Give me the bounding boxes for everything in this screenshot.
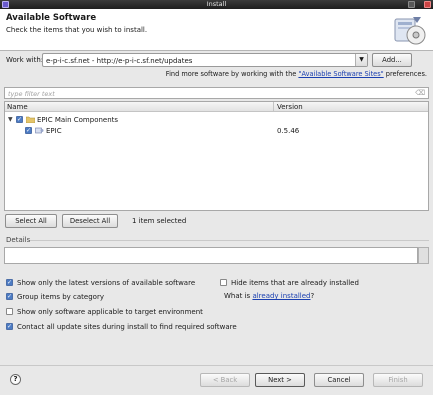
tree-row-category[interactable]: ▼ ✓ EPIC Main Components: [5, 114, 428, 125]
details-area[interactable]: [4, 247, 418, 264]
details-scrollbar[interactable]: [418, 247, 429, 264]
group-by-category-checkbox[interactable]: ✓: [6, 293, 13, 300]
item-checkbox[interactable]: ✓: [25, 127, 32, 134]
expand-arrow-icon[interactable]: ▼: [8, 116, 13, 123]
item-name: EPIC: [46, 127, 62, 135]
clear-filter-icon[interactable]: ⌫: [415, 89, 425, 97]
software-tree[interactable]: Name Version ▼ ✓ EPIC Main Components ✓ …: [4, 101, 429, 211]
hint-prefix: Find more software by working with the: [165, 70, 299, 78]
category-folder-icon: [26, 116, 35, 123]
available-sites-link[interactable]: "Available Software Sites": [298, 70, 383, 78]
already-installed-link[interactable]: already installed: [252, 292, 310, 300]
work-with-value: e-p-i-c.sf.net - http://e-p-i-c.sf.net/u…: [46, 57, 193, 65]
help-icon[interactable]: ?: [10, 374, 21, 385]
category-checkbox[interactable]: ✓: [16, 116, 23, 123]
tree-row-item[interactable]: ✓ EPIC 0.5.46: [5, 125, 428, 136]
available-sites-hint: Find more software by working with the "…: [166, 70, 427, 78]
work-with-combo[interactable]: e-p-i-c.sf.net - http://e-p-i-c.sf.net/u…: [42, 53, 368, 67]
wizard-banner: Available Software Check the items that …: [0, 9, 433, 51]
hint-suffix: preferences.: [383, 70, 427, 78]
category-name: EPIC Main Components: [37, 116, 119, 124]
target-env-checkbox[interactable]: [6, 308, 13, 315]
plugin-icon: [35, 127, 44, 134]
close-icon[interactable]: [424, 1, 431, 8]
page-description: Check the items that you wish to install…: [6, 26, 148, 34]
hide-installed-label: Hide items that are already installed: [231, 279, 359, 287]
what-is-suffix: ?: [310, 292, 315, 300]
details-divider: [30, 240, 429, 241]
hide-installed-checkbox[interactable]: [220, 279, 227, 286]
deselect-all-button[interactable]: Deselect All: [62, 214, 118, 228]
footer-divider: [0, 365, 433, 366]
chevron-down-icon[interactable]: ▼: [355, 54, 367, 66]
selection-count: 1 item selected: [132, 217, 187, 225]
install-wizard-icon: [394, 17, 426, 45]
what-is-installed: What is already installed?: [224, 292, 314, 300]
what-is-prefix: What is: [224, 292, 253, 300]
column-name[interactable]: Name: [7, 103, 28, 111]
window-title: Install: [206, 0, 227, 8]
page-title: Available Software: [6, 13, 97, 23]
back-button[interactable]: < Back: [200, 373, 250, 387]
select-all-button[interactable]: Select All: [5, 214, 57, 228]
minimize-icon[interactable]: [408, 1, 415, 8]
column-version[interactable]: Version: [277, 103, 303, 111]
add-button[interactable]: Add...: [372, 53, 412, 67]
target-env-label: Show only software applicable to target …: [17, 308, 203, 316]
group-by-category-label: Group items by category: [17, 293, 104, 301]
cancel-button[interactable]: Cancel: [314, 373, 364, 387]
contact-all-checkbox[interactable]: ✓: [6, 323, 13, 330]
latest-only-checkbox[interactable]: ✓: [6, 279, 13, 286]
work-with-label: Work with:: [6, 56, 44, 64]
latest-only-label: Show only the latest versions of availab…: [17, 279, 196, 287]
contact-all-label: Contact all update sites during install …: [17, 323, 237, 331]
finish-button[interactable]: Finish: [373, 373, 423, 387]
item-version: 0.5.46: [277, 127, 300, 135]
column-separator[interactable]: [273, 102, 274, 112]
next-button[interactable]: Next >: [255, 373, 305, 387]
window-titlebar: Install: [0, 0, 433, 9]
filter-placeholder: type filter text: [8, 90, 55, 98]
app-icon: [2, 1, 9, 8]
filter-input[interactable]: type filter text ⌫: [4, 87, 429, 99]
details-label: Details: [6, 236, 31, 244]
tree-header: Name Version: [5, 102, 428, 112]
